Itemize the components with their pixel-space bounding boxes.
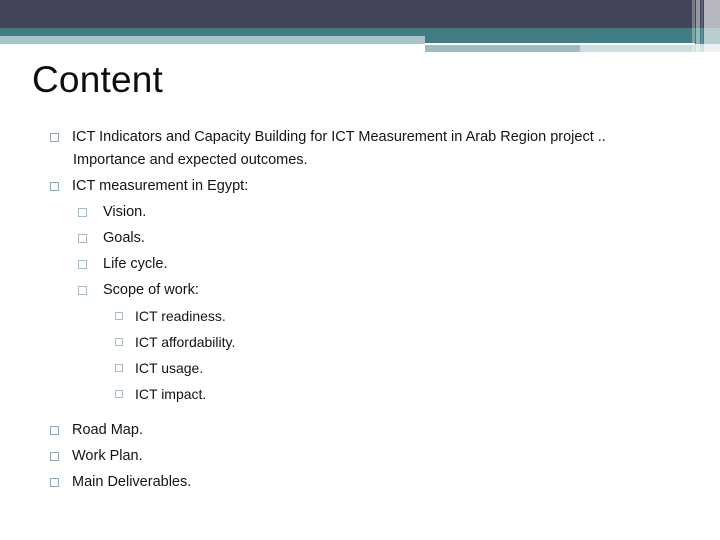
hollow-square-bullet-icon: [78, 208, 87, 217]
list-item-label: Scope of work:: [103, 282, 199, 298]
hollow-square-bullet-icon: [115, 312, 123, 320]
header-stripe-1: [692, 0, 695, 52]
list-item-label: ICT Indicators and Capacity Building for…: [72, 129, 606, 145]
header-stripe-3: [701, 0, 703, 52]
list-item[interactable]: ICT impact.: [0, 385, 720, 411]
list-item[interactable]: ICT measurement in Egypt:: [0, 177, 720, 200]
hollow-square-bullet-icon: [50, 426, 59, 435]
hollow-square-bullet-icon: [50, 478, 59, 487]
list-item[interactable]: Road Map.: [0, 421, 720, 444]
list-item-label: ICT usage.: [135, 360, 204, 376]
hollow-square-bullet-icon: [115, 364, 123, 372]
content-list: ICT Indicators and Capacity Building for…: [0, 128, 720, 496]
list-item[interactable]: Vision.: [0, 203, 720, 229]
hollow-square-bullet-icon: [50, 452, 59, 461]
header-right-stripes: [692, 0, 720, 52]
list-item[interactable]: ICT readiness.: [0, 307, 720, 333]
list-item-label: ICT impact.: [135, 386, 207, 402]
page-title: Content: [32, 59, 163, 100]
hollow-square-bullet-icon: [50, 182, 59, 191]
list-item[interactable]: ICT affordability.: [0, 333, 720, 359]
list-item-label: Road Map.: [72, 422, 143, 438]
list-item-label: ICT affordability.: [135, 334, 236, 350]
header-band-pale-left: [0, 36, 425, 44]
header-band-navy: [0, 0, 720, 28]
list-item-label: Life cycle.: [103, 256, 168, 272]
list-item-label: Goals.: [103, 230, 145, 246]
header-banner: [0, 0, 720, 60]
hollow-square-bullet-icon: [115, 390, 123, 398]
header-band-teal: [0, 28, 720, 36]
list-item[interactable]: ICT usage.: [0, 359, 720, 385]
header-stripe-2: [696, 0, 700, 52]
list-item[interactable]: Life cycle.: [0, 255, 720, 281]
list-item[interactable]: Main Deliverables.: [0, 473, 720, 496]
hollow-square-bullet-icon: [115, 338, 123, 346]
list-item-label: ICT measurement in Egypt:: [72, 178, 249, 194]
list-item[interactable]: Scope of work:: [0, 281, 720, 307]
hollow-square-bullet-icon: [78, 260, 87, 269]
list-item[interactable]: Work Plan.: [0, 447, 720, 470]
header-stripe-4: [704, 0, 720, 52]
list-item-continuation: Importance and expected outcomes.: [73, 152, 308, 168]
list-item-label: Main Deliverables.: [72, 474, 192, 490]
list-item-label: ICT readiness.: [135, 308, 226, 324]
hollow-square-bullet-icon: [78, 234, 87, 243]
list-item-label: Vision.: [103, 204, 147, 220]
header-band-mid: [425, 44, 580, 52]
header-band-notch: [425, 43, 695, 45]
list-item[interactable]: Goals.: [0, 229, 720, 255]
hollow-square-bullet-icon: [78, 286, 87, 295]
hollow-square-bullet-icon: [50, 133, 59, 142]
list-item-label: Work Plan.: [72, 448, 143, 464]
list-item[interactable]: ICT Indicators and Capacity Building for…: [0, 128, 720, 151]
